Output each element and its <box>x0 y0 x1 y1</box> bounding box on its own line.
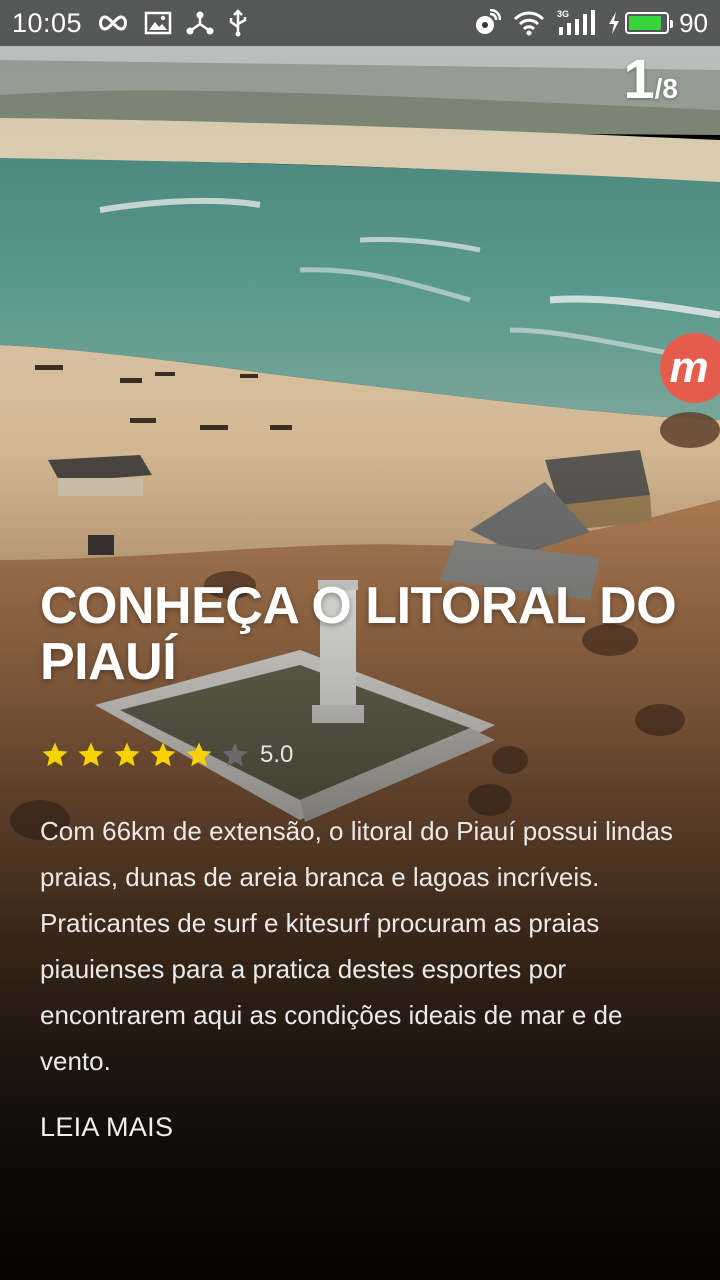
star-filled-icon <box>150 742 176 767</box>
battery-indicator: 90 <box>607 8 708 39</box>
article-title: CONHEÇA O LITORAL DO PIAUÍ <box>40 577 677 691</box>
app-screen: 10:05 3G 90 1 /8 m CONHEÇA O LITORAL DO … <box>0 0 720 1280</box>
read-more-link[interactable]: LEIA MAIS <box>40 1112 173 1143</box>
star-filled-icon <box>78 742 104 767</box>
rating-stars <box>40 740 250 770</box>
status-bar-left: 10:05 <box>12 8 248 39</box>
article-content: CONHEÇA O LITORAL DO PIAUÍ 5.0 Com 66km … <box>40 578 680 1143</box>
app-logo-badge[interactable]: m <box>660 333 720 403</box>
status-bar-right: 3G 90 <box>473 8 708 39</box>
status-time: 10:05 <box>12 7 83 38</box>
status-bar: 10:05 3G 90 <box>0 0 720 46</box>
article-description: Com 66km de extensão, o litoral do Piauí… <box>40 816 674 1076</box>
battery-fill <box>629 16 662 30</box>
satellite-icon <box>473 9 502 37</box>
star-filled-icon <box>114 742 140 767</box>
battery-icon <box>625 12 674 34</box>
page-indicator: 1 /8 <box>623 46 678 111</box>
rating: 5.0 <box>40 740 680 770</box>
badge-letter: m <box>669 343 709 392</box>
star-filled-icon <box>42 742 68 767</box>
rating-value: 5.0 <box>260 741 294 768</box>
battery-percent: 90 <box>679 7 708 38</box>
usb-icon <box>228 9 248 37</box>
svg-text:3G: 3G <box>557 9 569 19</box>
share-nodes-icon <box>186 10 214 36</box>
wifi-icon <box>513 10 545 36</box>
star-empty-icon <box>222 742 248 767</box>
charging-icon <box>607 11 621 35</box>
image-icon <box>144 11 172 35</box>
signal-3g-icon: 3G <box>557 9 596 37</box>
page-current: 1 <box>623 47 655 110</box>
page-total: /8 <box>654 73 678 104</box>
star-filled-icon <box>186 742 212 767</box>
infinity-icon <box>96 13 130 33</box>
